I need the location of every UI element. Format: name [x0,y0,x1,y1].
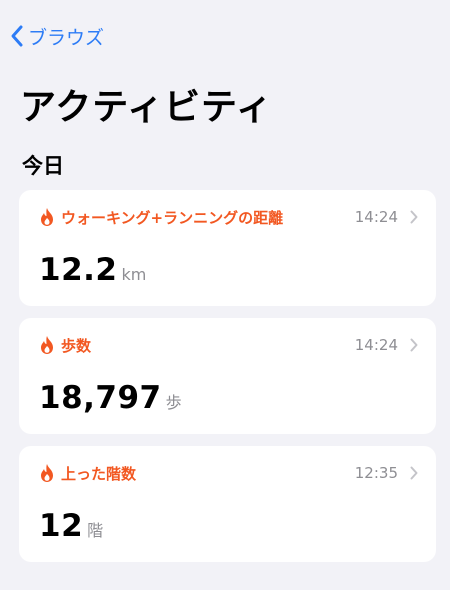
activity-card-distance[interactable]: ウォーキング+ランニングの距離 14:24 12.2 km [19,190,436,306]
card-time: 14:24 [354,208,398,226]
card-label: 歩数 [61,336,92,355]
card-label: 上った階数 [61,464,137,483]
chevron-right-icon [410,210,418,224]
card-value: 12 [39,508,84,544]
activity-card-steps[interactable]: 歩数 14:24 18,797 歩 [19,318,436,434]
flame-icon [41,464,53,482]
card-time: 12:35 [354,464,398,482]
card-time: 14:24 [354,336,398,354]
chevron-left-icon [11,25,23,47]
back-button[interactable]: ブラウズ [10,22,104,50]
flame-icon [41,208,53,226]
chevron-right-icon [410,466,418,480]
card-value-row: 12.2 km [39,252,146,288]
card-value-row: 12 階 [39,508,103,544]
card-unit: 歩 [165,393,182,412]
card-label: ウォーキング+ランニングの距離 [61,208,284,227]
card-header: 歩数 14:24 [39,334,418,356]
page-title: アクティビティ [20,87,273,128]
section-title-today: 今日 [22,154,64,178]
card-unit: 階 [87,521,104,540]
card-header: 上った階数 12:35 [39,462,418,484]
back-button-label: ブラウズ [28,26,105,49]
card-header: ウォーキング+ランニングの距離 14:24 [39,206,418,228]
card-value-row: 18,797 歩 [39,380,182,416]
card-unit: km [121,265,147,284]
card-value: 18,797 [39,380,162,416]
activity-card-flights[interactable]: 上った階数 12:35 12 階 [19,446,436,562]
card-value: 12.2 [39,252,118,288]
flame-icon [41,336,53,354]
chevron-right-icon [410,338,418,352]
